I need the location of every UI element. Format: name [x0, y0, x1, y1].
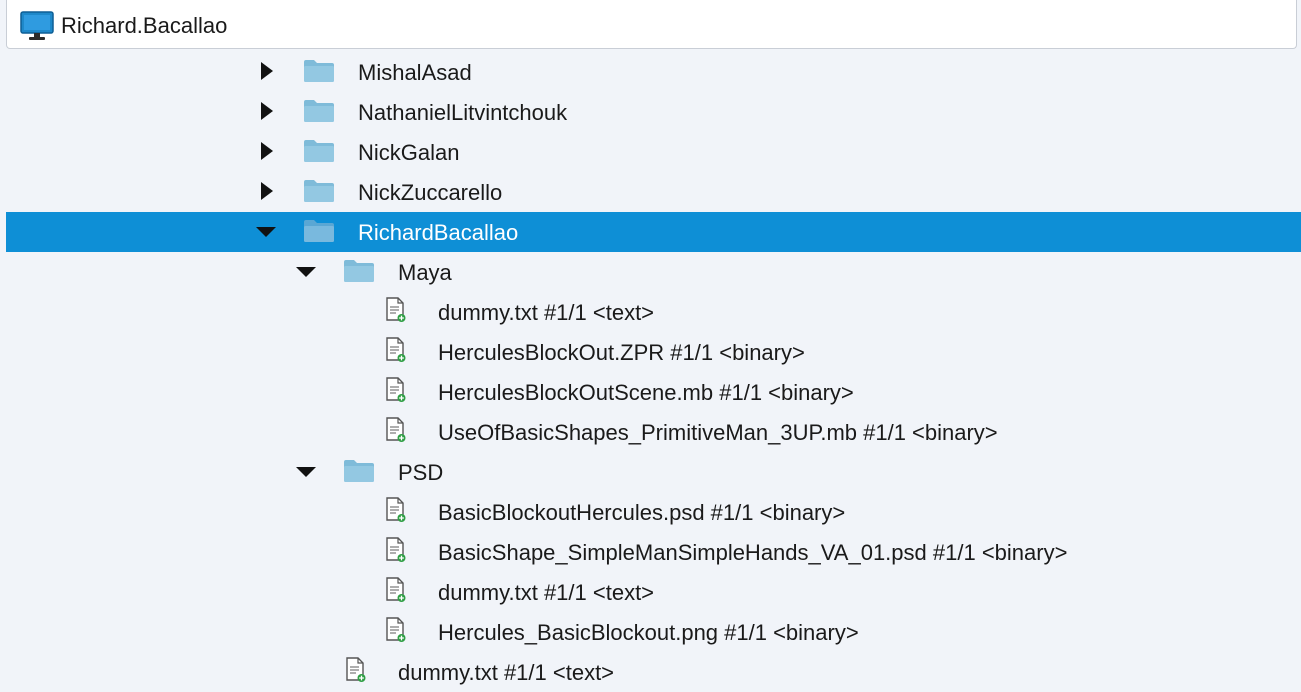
tree-item-label: UseOfBasicShapes_PrimitiveMan_3UP.mb #1/…	[438, 420, 998, 445]
folder-icon	[304, 100, 334, 122]
tree-item-file[interactable]: dummy.txt #1/1 <text>	[6, 572, 1301, 612]
tree-item-label: dummy.txt #1/1 <text>	[438, 580, 655, 605]
file-icon	[386, 377, 406, 402]
folder-icon	[304, 60, 334, 82]
tree-item-label: NathanielLitvintchouk	[358, 100, 568, 125]
tree-item-nickzuccarello[interactable]: NickZuccarello	[6, 172, 1301, 212]
folder-icon	[304, 180, 334, 202]
folder-icon	[304, 220, 334, 242]
folder-icon	[344, 460, 374, 482]
tree-item-file[interactable]: BasicShape_SimpleManSimpleHands_VA_01.ps…	[6, 532, 1301, 572]
tree-item-label: Maya	[398, 260, 452, 285]
tree-item-file[interactable]: HerculesBlockOut.ZPR #1/1 <binary>	[6, 332, 1301, 372]
tree-item-file[interactable]: BasicBlockoutHercules.psd #1/1 <binary>	[6, 492, 1301, 532]
monitor-icon	[20, 11, 54, 40]
chevron-right-icon[interactable]	[261, 102, 273, 120]
tree-item-file[interactable]: UseOfBasicShapes_PrimitiveMan_3UP.mb #1/…	[6, 412, 1301, 452]
tree-item-file[interactable]: Hercules_BasicBlockout.png #1/1 <binary>	[6, 612, 1301, 652]
chevron-right-icon[interactable]	[261, 142, 273, 160]
tree-item-label: HerculesBlockOut.ZPR #1/1 <binary>	[438, 340, 805, 365]
chevron-down-icon[interactable]	[296, 267, 316, 277]
file-icon	[386, 297, 406, 322]
file-icon	[386, 337, 406, 362]
path-title: Richard.Bacallao	[61, 13, 228, 38]
tree-item-file[interactable]: dummy.txt #1/1 <text>	[6, 292, 1301, 332]
tree-item-nickgalan[interactable]: NickGalan	[6, 132, 1301, 172]
tree-item-nathaniellitvintchouk[interactable]: NathanielLitvintchouk	[6, 92, 1301, 132]
chevron-right-icon[interactable]	[261, 62, 273, 80]
tree-item-mishalasad[interactable]: MishalAsad	[6, 52, 1301, 92]
path-bar: Richard.Bacallao	[6, 0, 1297, 49]
tree-item-label: dummy.txt #1/1 <text>	[398, 660, 615, 685]
tree-item-label: Hercules_BasicBlockout.png #1/1 <binary>	[438, 620, 859, 645]
file-icon	[386, 417, 406, 442]
chevron-right-icon[interactable]	[261, 182, 273, 200]
file-icon	[386, 497, 406, 522]
tree-item-label: NickZuccarello	[358, 180, 503, 205]
tree-item-label: MishalAsad	[358, 60, 472, 85]
tree-item-label: HerculesBlockOutScene.mb #1/1 <binary>	[438, 380, 854, 405]
tree-item-label: dummy.txt #1/1 <text>	[438, 300, 655, 325]
chevron-down-icon[interactable]	[296, 467, 316, 477]
file-icon	[386, 537, 406, 562]
file-icon	[346, 657, 366, 682]
folder-icon	[344, 260, 374, 282]
chevron-down-icon[interactable]	[256, 227, 276, 237]
tree-item-label: BasicBlockoutHercules.psd #1/1 <binary>	[438, 500, 846, 525]
tree-item-label: RichardBacallao	[358, 220, 519, 245]
tree-item-file[interactable]: dummy.txt #1/1 <text>	[6, 652, 1301, 692]
tree-item-label: BasicShape_SimpleManSimpleHands_VA_01.ps…	[438, 540, 1068, 565]
file-icon	[386, 577, 406, 602]
tree-item-label: PSD	[398, 460, 444, 485]
folder-icon	[304, 140, 334, 162]
tree-item-file[interactable]: HerculesBlockOutScene.mb #1/1 <binary>	[6, 372, 1301, 412]
tree-item-label: NickGalan	[358, 140, 460, 165]
tree-item-psd[interactable]: PSD	[6, 452, 1301, 492]
tree-item-maya[interactable]: Maya	[6, 252, 1301, 292]
tree-item-richardbacallao[interactable]: RichardBacallao	[6, 212, 1301, 252]
file-icon	[386, 617, 406, 642]
